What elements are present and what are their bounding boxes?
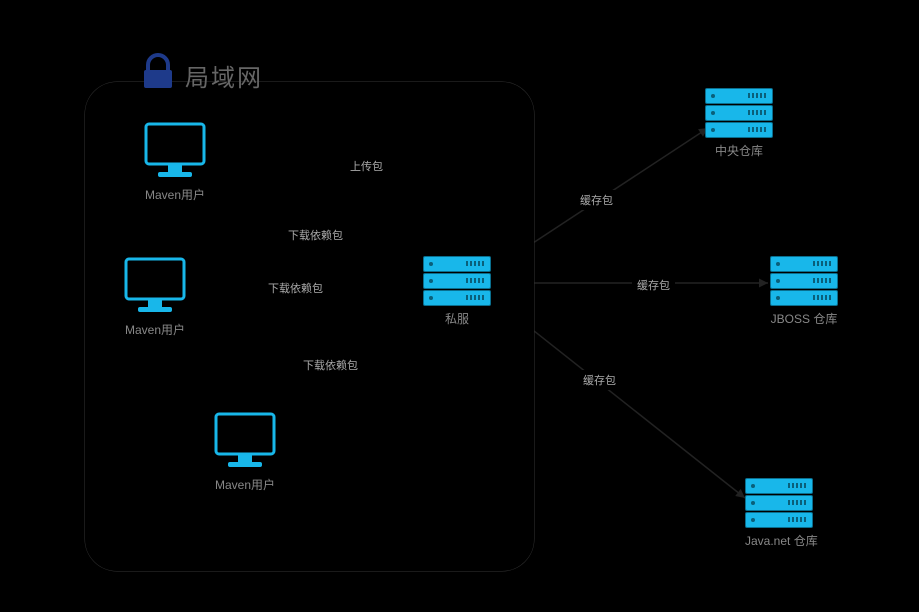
maven-user-1-label: Maven用户 — [140, 186, 210, 203]
central-repo-label: 中央仓库 — [705, 142, 773, 159]
central-repo: 中央仓库 — [705, 88, 773, 159]
jboss-repo-label: JBOSS 仓库 — [770, 310, 838, 327]
server-icon — [745, 478, 818, 528]
edge-upload: 上传包 — [345, 156, 388, 176]
server-icon — [423, 256, 491, 306]
lan-title: 局域网 — [185, 58, 263, 93]
edge-download-2: 下载依赖包 — [263, 278, 328, 298]
maven-user-3-label: Maven用户 — [210, 476, 280, 493]
diagram-stage: 局域网 Maven用户 Maven用户 Maven用户 私服 — [0, 0, 919, 612]
javanet-repo-label: Java.net 仓库 — [745, 532, 818, 549]
monitor-icon — [140, 120, 210, 182]
edge-cache-3: 缓存包 — [578, 370, 621, 390]
edge-cache-1: 缓存包 — [575, 190, 618, 210]
server-icon — [770, 256, 838, 306]
maven-user-2: Maven用户 — [120, 255, 190, 338]
server-icon — [705, 88, 773, 138]
javanet-repo: Java.net 仓库 — [745, 478, 818, 549]
jboss-repo: JBOSS 仓库 — [770, 256, 838, 327]
edge-download-3: 下载依赖包 — [298, 355, 363, 375]
monitor-icon — [210, 410, 280, 472]
maven-user-2-label: Maven用户 — [120, 321, 190, 338]
maven-user-3: Maven用户 — [210, 410, 280, 493]
edge-download-1: 下载依赖包 — [283, 225, 348, 245]
private-server: 私服 — [423, 256, 491, 327]
private-server-label: 私服 — [423, 310, 491, 327]
maven-user-1: Maven用户 — [140, 120, 210, 203]
monitor-icon — [120, 255, 190, 317]
lock-icon — [138, 52, 178, 92]
edge-cache-2: 缓存包 — [632, 275, 675, 295]
